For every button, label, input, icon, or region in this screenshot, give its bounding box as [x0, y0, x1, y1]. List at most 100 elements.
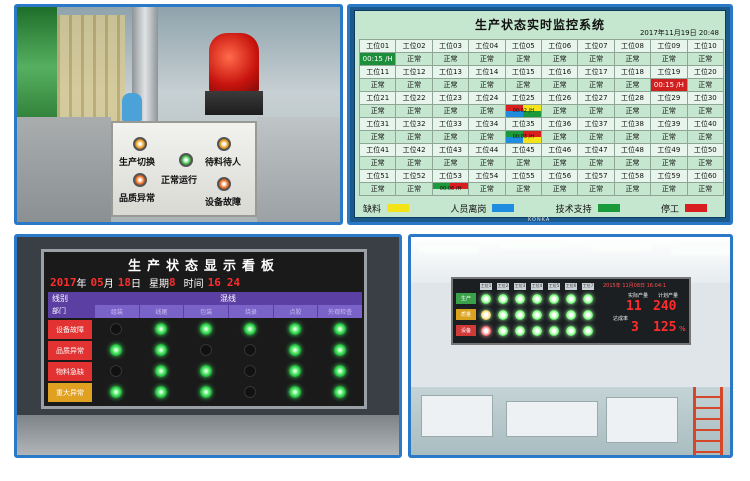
- station-status[interactable]: 00:15 /H: [360, 53, 397, 66]
- status-led: [289, 323, 301, 335]
- production-switch-led[interactable]: [133, 137, 147, 151]
- station-status[interactable]: 正常: [614, 79, 652, 92]
- station-status[interactable]: 正常: [651, 105, 688, 118]
- station-status[interactable]: 正常: [505, 183, 542, 196]
- equipment-fault-led[interactable]: [217, 177, 231, 191]
- station-name: 工位33: [432, 118, 470, 131]
- station-name: 工位22: [396, 92, 433, 105]
- legend-label: 缺料: [363, 204, 382, 215]
- station-status[interactable]: 正常: [505, 53, 542, 66]
- station-status[interactable]: 正常: [469, 157, 506, 170]
- status-legend: 缺料 人员离岗 技术支持 停工: [363, 201, 723, 215]
- station-status[interactable]: 00:03 /H: [505, 131, 542, 144]
- board-led: [498, 310, 508, 320]
- status-led: [199, 323, 212, 335]
- plan-value: 240: [653, 299, 677, 314]
- station-status[interactable]: 正常: [578, 53, 615, 66]
- station-status[interactable]: 正常: [432, 53, 470, 66]
- station-status[interactable]: 正常: [360, 79, 397, 92]
- station-status[interactable]: 正常: [687, 79, 724, 92]
- status-led: [289, 344, 301, 356]
- station-status[interactable]: 正常: [651, 53, 688, 66]
- station-status[interactable]: 正常: [687, 131, 724, 144]
- station-status[interactable]: 正常: [469, 53, 506, 66]
- station-status[interactable]: 正常: [469, 105, 506, 118]
- station-status[interactable]: 正常: [396, 53, 433, 66]
- station-status[interactable]: 正常: [614, 183, 652, 196]
- station-status[interactable]: 正常: [396, 157, 433, 170]
- station-status[interactable]: 正常: [687, 183, 724, 196]
- status-time: 00:06 /H: [439, 186, 462, 192]
- station-status[interactable]: 正常: [651, 157, 688, 170]
- monitor-datetime: 2017年11月19日 20:48: [639, 29, 719, 37]
- station-status[interactable]: 正常: [360, 157, 397, 170]
- station-status[interactable]: 正常: [687, 105, 724, 118]
- station-status[interactable]: 正常: [542, 53, 579, 66]
- station-status[interactable]: 正常: [651, 183, 688, 196]
- station-name: 工位07: [578, 40, 615, 53]
- station-name: 工位17: [578, 66, 615, 79]
- station-status[interactable]: 正常: [396, 131, 433, 144]
- issue-row-label: 品质异常: [48, 341, 92, 360]
- station-status[interactable]: 正常: [469, 183, 506, 196]
- board-led: [549, 326, 559, 336]
- station-status[interactable]: 正常: [578, 157, 615, 170]
- station-status[interactable]: 00:15 /H: [651, 79, 688, 92]
- legend-item: 缺料: [363, 202, 410, 215]
- station-status[interactable]: 正常: [614, 131, 652, 144]
- station-status[interactable]: 正常: [542, 79, 579, 92]
- station-status[interactable]: 正常: [687, 53, 724, 66]
- status-led: [110, 386, 123, 398]
- station-status[interactable]: 正常: [542, 105, 579, 118]
- quality-abnormal-led[interactable]: [133, 173, 147, 187]
- red-ladder: [693, 387, 723, 455]
- station-status[interactable]: 正常: [396, 79, 433, 92]
- normal-run-led[interactable]: [179, 153, 193, 167]
- legend-swatch: [387, 204, 410, 212]
- station-status[interactable]: 正常: [614, 105, 652, 118]
- station-status[interactable]: 正常: [614, 157, 652, 170]
- station-status[interactable]: 正常: [687, 157, 724, 170]
- station-name: 工位35: [505, 118, 542, 131]
- board-col-header: 工位3: [514, 283, 526, 290]
- status-led: [155, 365, 167, 377]
- station-status[interactable]: 正常: [651, 131, 688, 144]
- status-led: [155, 386, 167, 398]
- station-status[interactable]: 正常: [469, 131, 506, 144]
- status-led: [155, 323, 167, 335]
- station-status[interactable]: 00:02 /H: [505, 105, 542, 118]
- station-status[interactable]: 正常: [578, 79, 615, 92]
- station-name: 工位32: [396, 118, 433, 131]
- legend-item: 技术支持: [556, 202, 620, 215]
- station-status[interactable]: 正常: [469, 79, 506, 92]
- station-status[interactable]: 正常: [578, 131, 615, 144]
- board-led: [532, 326, 542, 336]
- station-status[interactable]: 正常: [542, 157, 579, 170]
- board-col-header: 工位7: [582, 283, 594, 290]
- station-status[interactable]: 正常: [432, 131, 470, 144]
- station-status[interactable]: 00:06 /H: [432, 183, 470, 196]
- station-status[interactable]: 正常: [360, 131, 397, 144]
- station-status[interactable]: 正常: [432, 105, 470, 118]
- station-status[interactable]: 正常: [578, 105, 615, 118]
- station-name: 工位51: [360, 170, 397, 183]
- station-status[interactable]: 正常: [542, 131, 579, 144]
- waiting-led[interactable]: [217, 137, 231, 151]
- station-status[interactable]: 正常: [432, 157, 470, 170]
- station-status[interactable]: 正常: [578, 183, 615, 196]
- station-status[interactable]: 正常: [542, 183, 579, 196]
- station-status[interactable]: 正常: [505, 79, 542, 92]
- station-status[interactable]: 正常: [505, 157, 542, 170]
- dept-header: 部门: [52, 307, 66, 315]
- background-green-equipment: [17, 7, 57, 127]
- station-status[interactable]: 正常: [396, 105, 433, 118]
- station-status[interactable]: 正常: [360, 105, 397, 118]
- led-board-title: 生产状态显示看板: [127, 259, 280, 274]
- station-name: 工位37: [578, 118, 615, 131]
- station-status[interactable]: 正常: [360, 183, 397, 196]
- station-status[interactable]: 正常: [432, 79, 470, 92]
- issue-row-label: 物料急缺: [48, 362, 92, 381]
- station-status[interactable]: 正常: [614, 53, 652, 66]
- board-led: [481, 294, 491, 304]
- station-status[interactable]: 正常: [396, 183, 433, 196]
